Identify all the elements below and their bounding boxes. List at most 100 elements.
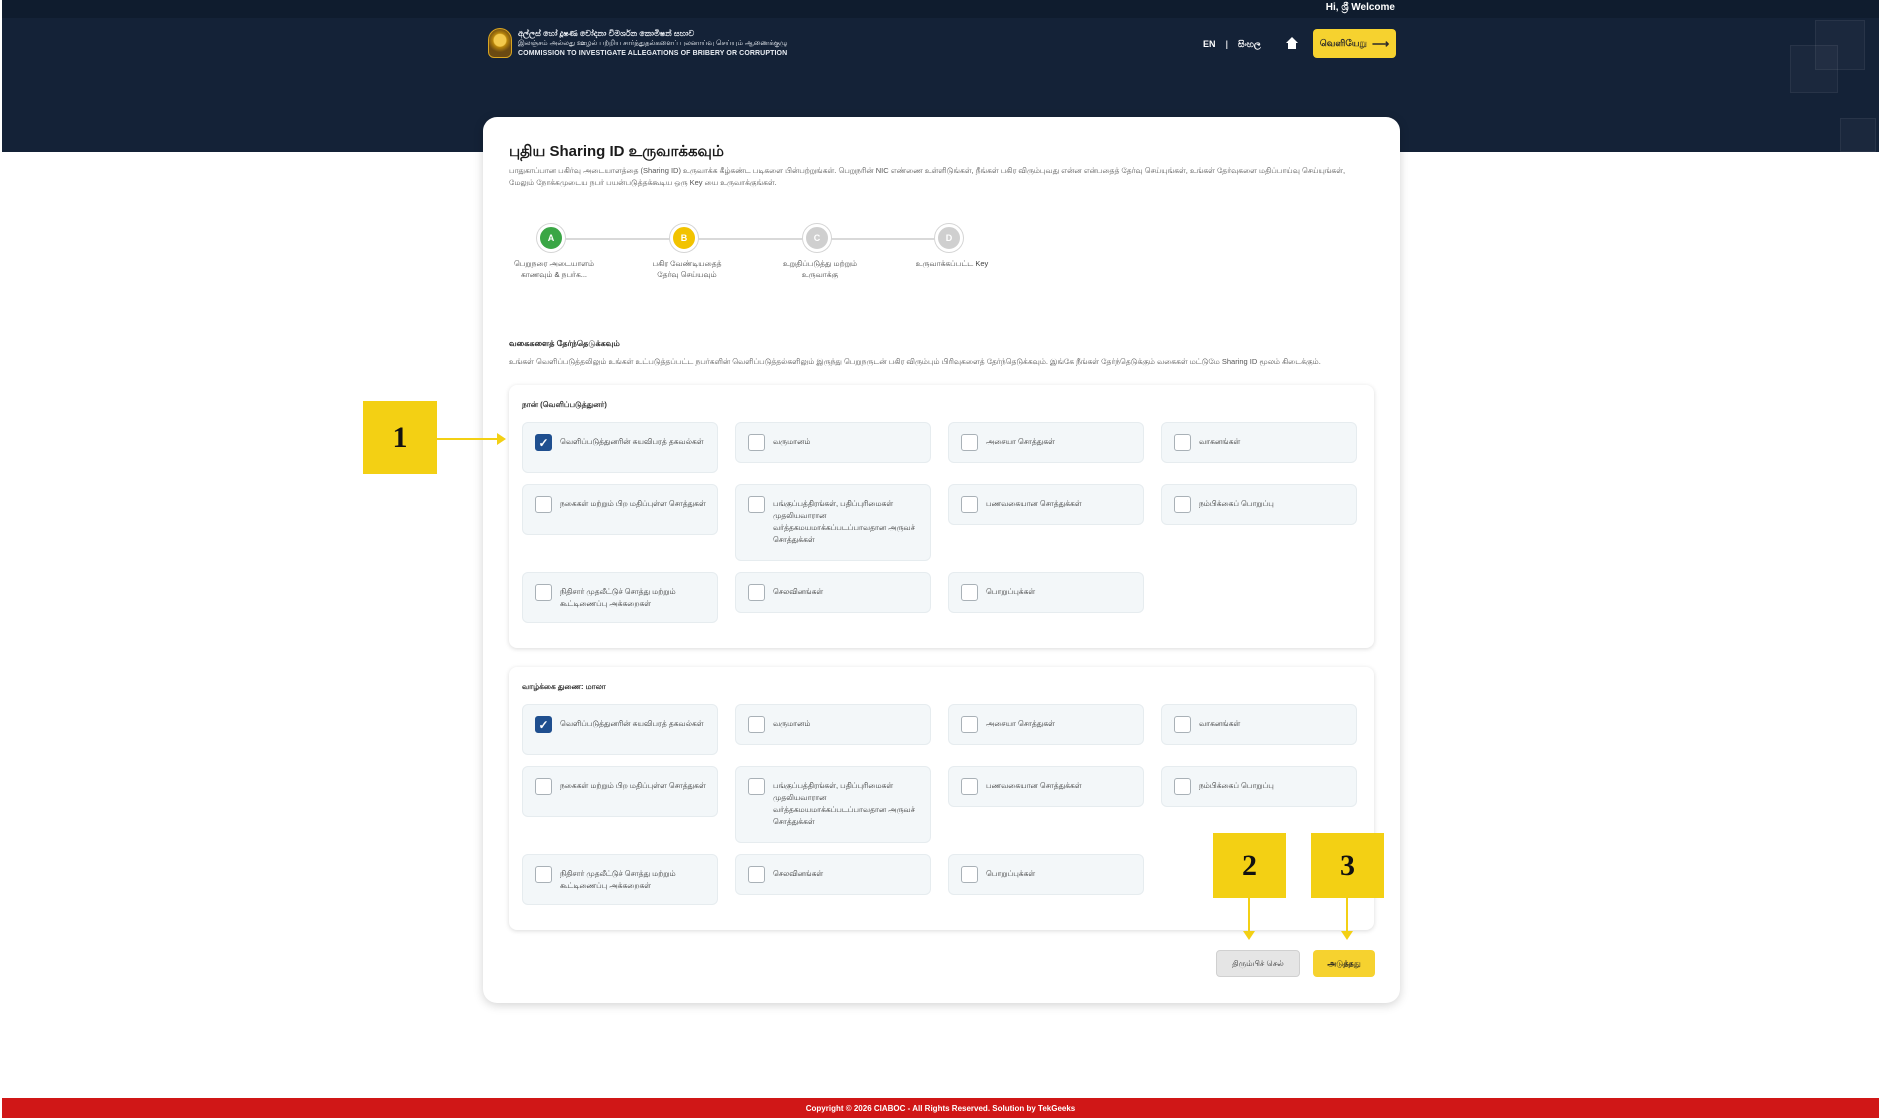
top-strip [2,0,1879,18]
checkbox[interactable] [748,434,765,451]
checkbox[interactable] [748,866,765,883]
checkbox[interactable] [535,584,552,601]
option-vehicles[interactable]: வாகனங்கள் [1161,422,1357,463]
page-title: புதிய Sharing ID உருவாக்கவும் [509,143,724,160]
checkbox[interactable] [961,584,978,601]
top-nav: EN | සිංහල [1203,37,1299,51]
step-a: A பெறுநரை அடையாளம் காணவும் & நபர்க... [509,224,619,280]
welcome-text: Hi, ශ්‍රී Welcome [1325,2,1395,13]
option-label: நகைகள் மற்றும் பிற மதிப்புள்ள சொத்துகள் [560,781,706,790]
option-financial-investments[interactable]: நிதிசார் முதலீட்டுச் சொத்து மற்றும் கூட்… [522,572,718,623]
home-icon[interactable] [1285,37,1299,51]
option-monetary-assets[interactable]: பணவகையான சொத்துக்கள் [948,766,1144,807]
option-income[interactable]: வருமானம் [735,422,931,463]
step-b-label: பகிர வேண்டியதைத் தேர்வு செய்யவும் [652,259,722,279]
option-trust-liability[interactable]: நம்பிக்கைப் பொறுப்பு [1161,766,1357,807]
step-b-circle: B [670,224,698,252]
option-label: வருமானம் [773,719,811,728]
page-description: பாதுகாப்பான பகிர்வு அடையாளத்தை (Sharing … [509,166,1346,187]
site-logo[interactable]: අල්ලස් හෝ දූෂණ චෝදනා විමර්ශන කොමිෂන් සභා… [488,28,787,58]
logout-button[interactable]: வெளியேறு ⟶ [1313,29,1396,58]
checkbox[interactable] [535,496,552,513]
checkbox[interactable] [961,716,978,733]
option-vehicles[interactable]: வாகனங்கள் [1161,704,1357,745]
checkbox[interactable] [748,584,765,601]
option-personal-info[interactable]: ✓ வெளிப்படுத்துனரின் சுயவிபரத் தகவல்கள் [522,704,718,755]
checkbox[interactable] [961,434,978,451]
option-immovable-property[interactable]: அசையா சொத்துகள் [948,422,1144,463]
option-label: நகைகள் மற்றும் பிற மதிப்புள்ள சொத்துகள் [560,499,706,508]
callout-3-arrow [1341,898,1353,940]
option-label: செலவினங்கள் [773,869,824,878]
footer-copyright: Copyright © 2026 CIABOC - All Rights Res… [805,1103,1076,1113]
step-a-label: பெறுநரை அடையாளம் காணவும் & நபர்க... [513,259,595,279]
callout-2-arrow [1243,898,1255,940]
step-b: B பகிர வேண்டியதைத் தேர்வு செய்யவும் [642,224,752,280]
callout-2: 2 [1213,833,1286,898]
logo-line-tamil: இலஞ்சம் அல்லது ஊழல் பற்றிய சார்த்துதல்கள… [518,39,788,47]
next-button[interactable]: அடுத்தது [1313,950,1375,977]
stepper: A பெறுநரை அடையாளம் காணவும் & நபர்க... B … [509,224,988,294]
option-label: வாகனங்கள் [1199,437,1241,446]
option-jewellery[interactable]: நகைகள் மற்றும் பிற மதிப்புள்ள சொத்துகள் [522,766,718,817]
checkbox[interactable] [1174,496,1191,513]
option-liabilities[interactable]: பொறுப்புக்கள் [948,854,1144,895]
option-trust-liability[interactable]: நம்பிக்கைப் பொறுப்பு [1161,484,1357,525]
step-c-circle: C [803,224,831,252]
checkbox[interactable] [961,866,978,883]
option-expenses[interactable]: செலவினங்கள் [735,572,931,613]
checkbox[interactable] [1174,716,1191,733]
callout-3: 3 [1311,833,1384,898]
option-label: நிதிசார் முதலீட்டுச் சொத்து மற்றும் கூட்… [560,869,676,890]
option-intangible-assets[interactable]: பங்குப்பத்திரங்கள், பதிப்புரிமைகள் முதலி… [735,484,931,561]
checkbox[interactable]: ✓ [535,716,552,733]
option-label: பங்குப்பத்திரங்கள், பதிப்புரிமைகள் முதலி… [773,499,915,544]
option-income[interactable]: வருமானம் [735,704,931,745]
logo-text: අල්ලස් හෝ දූෂණ චෝදනා විමර්ශන කොමිෂන් සභා… [518,29,787,58]
group-title: வாழ்க்கை துணை: மாலா [522,682,606,691]
section-description: உங்கள் வெளிப்படுத்தலிலும் உங்கள் உட்படுத… [509,357,1321,366]
option-label: பணவகையான சொத்துக்கள் [986,781,1082,790]
step-c-label: உறுதிப்படுத்து மற்றும் உருவாக்கு [783,259,857,279]
checkbox[interactable] [748,716,765,733]
arrow-right-icon: ⟶ [1372,36,1390,51]
option-expenses[interactable]: செலவினங்கள் [735,854,931,895]
checkbox[interactable] [961,778,978,795]
checkbox[interactable] [535,778,552,795]
option-label: பொறுப்புக்கள் [986,587,1036,596]
decor-square [1790,45,1838,93]
step-d-circle: D [935,224,963,252]
option-label: வாகனங்கள் [1199,719,1241,728]
lang-si-link[interactable]: සිංහල [1238,39,1261,50]
option-label: அசையா சொத்துகள் [986,437,1055,446]
logo-line-sinhala: අල්ලස් හෝ දූෂණ චෝදනා විමර්ශන කොමිෂන් සභා… [518,28,695,38]
checkbox[interactable]: ✓ [535,434,552,451]
checkbox[interactable] [1174,778,1191,795]
checkbox[interactable] [961,496,978,513]
logout-label: வெளியேறு [1319,37,1367,48]
checkbox[interactable] [1174,434,1191,451]
option-personal-info[interactable]: ✓ வெளிப்படுத்துனரின் சுயவிபரத் தகவல்கள் [522,422,718,473]
callout-1-arrow [437,433,506,445]
emblem-icon [488,28,512,58]
option-immovable-property[interactable]: அசையா சொத்துகள் [948,704,1144,745]
lang-en-link[interactable]: EN [1203,39,1216,49]
option-liabilities[interactable]: பொறுப்புக்கள் [948,572,1144,613]
option-intangible-assets[interactable]: பங்குப்பத்திரங்கள், பதிப்புரிமைகள் முதலி… [735,766,931,843]
step-c: C உறுதிப்படுத்து மற்றும் உருவாக்கு [775,224,885,280]
callout-1: 1 [363,401,437,474]
option-jewellery[interactable]: நகைகள் மற்றும் பிற மதிப்புள்ள சொத்துகள் [522,484,718,535]
option-financial-investments[interactable]: நிதிசார் முதலீட்டுச் சொத்து மற்றும் கூட்… [522,854,718,905]
section-heading: வகைகளைத் தேர்ந்தெடுக்கவும் [509,339,620,348]
checkbox[interactable] [748,778,765,795]
option-label: பங்குப்பத்திரங்கள், பதிப்புரிமைகள் முதலி… [773,781,915,826]
option-label: பணவகையான சொத்துக்கள் [986,499,1082,508]
option-label: வருமானம் [773,437,811,446]
checkbox[interactable] [748,496,765,513]
lang-separator: | [1225,39,1229,49]
back-button[interactable]: திரும்பிச் செல் [1216,950,1300,977]
option-label: நம்பிக்கைப் பொறுப்பு [1199,499,1274,508]
option-monetary-assets[interactable]: பணவகையான சொத்துக்கள் [948,484,1144,525]
checkbox[interactable] [535,866,552,883]
option-label: வெளிப்படுத்துனரின் சுயவிபரத் தகவல்கள் [560,437,704,446]
